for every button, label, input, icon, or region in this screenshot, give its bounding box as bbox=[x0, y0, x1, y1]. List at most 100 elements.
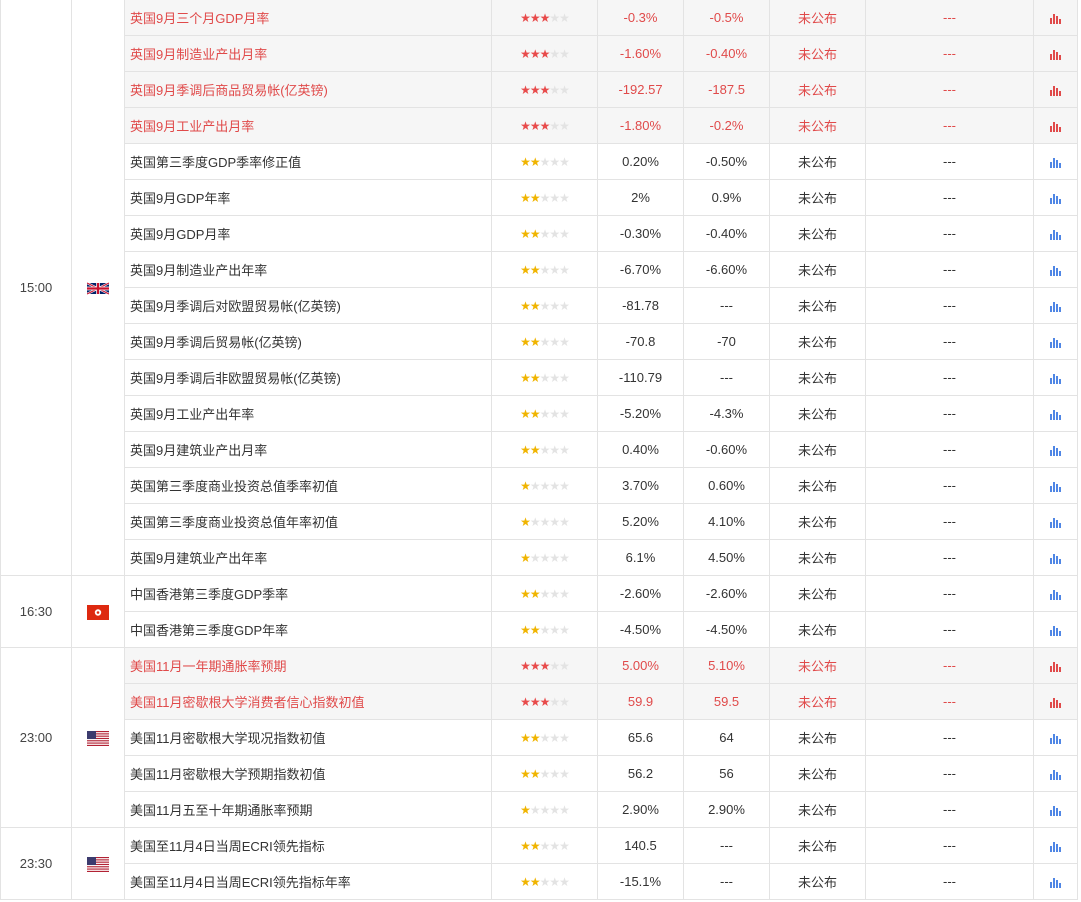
bar-chart-icon[interactable] bbox=[1049, 697, 1062, 708]
chart-link[interactable] bbox=[1033, 143, 1078, 180]
star-icon: ★ bbox=[549, 119, 560, 133]
actual-value: 未公布 bbox=[769, 251, 866, 288]
star-icon: ★ bbox=[529, 443, 541, 457]
event-name[interactable]: 中国香港第三季度GDP年率 bbox=[124, 611, 492, 648]
event-name[interactable]: 英国9月制造业产出月率 bbox=[124, 35, 492, 72]
importance-stars: ★★★★★ bbox=[491, 503, 598, 540]
event-name[interactable]: 美国11月一年期通胀率预期 bbox=[124, 647, 492, 684]
bar-chart-icon[interactable] bbox=[1049, 805, 1062, 816]
chart-link[interactable] bbox=[1033, 179, 1078, 216]
chart-link[interactable] bbox=[1033, 359, 1078, 396]
star-icon: ★ bbox=[520, 11, 531, 25]
bar-chart-icon[interactable] bbox=[1049, 373, 1062, 384]
chart-link[interactable] bbox=[1033, 323, 1078, 360]
event-row: 美国11月密歇根大学消费者信心指数初值 ★★★★★ 59.9 59.5 未公布 --- bbox=[1, 683, 1078, 720]
bar-chart-icon[interactable] bbox=[1049, 157, 1062, 168]
chart-link[interactable] bbox=[1033, 863, 1078, 900]
previous-value: -5.20% bbox=[597, 395, 684, 432]
bar-chart-icon[interactable] bbox=[1049, 49, 1062, 60]
event-name[interactable]: 中国香港第三季度GDP季率 bbox=[124, 575, 492, 612]
star-icon: ★ bbox=[529, 479, 541, 493]
chart-link[interactable] bbox=[1033, 35, 1078, 72]
impact-value: --- bbox=[865, 179, 1034, 216]
chart-link[interactable] bbox=[1033, 107, 1078, 144]
bar-chart-icon[interactable] bbox=[1049, 13, 1062, 24]
bar-chart-icon[interactable] bbox=[1049, 769, 1062, 780]
impact-value: --- bbox=[865, 719, 1034, 756]
event-row: 英国9月制造业产出月率 ★★★★★ -1.60% -0.40% 未公布 --- bbox=[1, 35, 1078, 72]
impact-value: --- bbox=[865, 359, 1034, 396]
bar-chart-icon[interactable] bbox=[1049, 193, 1062, 204]
bar-chart-icon[interactable] bbox=[1049, 409, 1062, 420]
chart-link[interactable] bbox=[1033, 755, 1078, 792]
chart-link[interactable] bbox=[1033, 575, 1078, 612]
event-name[interactable]: 英国9月制造业产出年率 bbox=[124, 251, 492, 288]
chart-link[interactable] bbox=[1033, 503, 1078, 540]
bar-chart-icon[interactable] bbox=[1049, 625, 1062, 636]
event-name[interactable]: 英国第三季度商业投资总值年率初值 bbox=[124, 503, 492, 540]
bar-chart-icon[interactable] bbox=[1049, 301, 1062, 312]
chart-link[interactable] bbox=[1033, 611, 1078, 648]
event-name[interactable]: 英国9月建筑业产出月率 bbox=[124, 431, 492, 468]
event-row: 英国9月工业产出年率 ★★★★★ -5.20% -4.3% 未公布 --- bbox=[1, 395, 1078, 432]
star-icon: ★ bbox=[539, 659, 551, 673]
event-name[interactable]: 英国9月GDP年率 bbox=[124, 179, 492, 216]
event-name[interactable]: 英国第三季度GDP季率修正值 bbox=[124, 143, 492, 180]
event-name[interactable]: 英国9月三个月GDP月率 bbox=[124, 0, 492, 36]
chart-link[interactable] bbox=[1033, 431, 1078, 468]
star-icon: ★ bbox=[539, 335, 551, 349]
importance-stars: ★★★★★ bbox=[491, 359, 598, 396]
bar-chart-icon[interactable] bbox=[1049, 877, 1062, 888]
chart-link[interactable] bbox=[1033, 719, 1078, 756]
bar-chart-icon[interactable] bbox=[1049, 553, 1062, 564]
star-icon: ★ bbox=[539, 587, 551, 601]
event-name[interactable]: 美国11月密歇根大学消费者信心指数初值 bbox=[124, 683, 492, 720]
bar-chart-icon[interactable] bbox=[1049, 589, 1062, 600]
chart-link[interactable] bbox=[1033, 251, 1078, 288]
bar-chart-icon[interactable] bbox=[1049, 517, 1062, 528]
event-name[interactable]: 英国9月季调后商品贸易帐(亿英镑) bbox=[124, 71, 492, 108]
chart-link[interactable] bbox=[1033, 647, 1078, 684]
chart-link[interactable] bbox=[1033, 683, 1078, 720]
bar-chart-icon[interactable] bbox=[1049, 337, 1062, 348]
event-name[interactable]: 美国11月五至十年期通胀率预期 bbox=[124, 791, 492, 828]
event-name[interactable]: 英国9月季调后非欧盟贸易帐(亿英镑) bbox=[124, 359, 492, 396]
actual-value: 未公布 bbox=[769, 755, 866, 792]
bar-chart-icon[interactable] bbox=[1049, 85, 1062, 96]
chart-link[interactable] bbox=[1033, 395, 1078, 432]
economic-calendar-table: 15:00 英国9月三个月GDP月率 ★★★★★ -0.3% -0.5% 未公布 --- 英国… bbox=[0, 0, 1078, 900]
bar-chart-icon[interactable] bbox=[1049, 661, 1062, 672]
chart-link[interactable] bbox=[1033, 467, 1078, 504]
chart-link[interactable] bbox=[1033, 0, 1078, 36]
chart-link[interactable] bbox=[1033, 215, 1078, 252]
chart-link[interactable] bbox=[1033, 287, 1078, 324]
bar-chart-icon[interactable] bbox=[1049, 445, 1062, 456]
chart-link[interactable] bbox=[1033, 791, 1078, 828]
event-name[interactable]: 英国9月季调后贸易帐(亿英镑) bbox=[124, 323, 492, 360]
bar-chart-icon[interactable] bbox=[1049, 841, 1062, 852]
bar-chart-icon[interactable] bbox=[1049, 733, 1062, 744]
event-name[interactable]: 美国至11月4日当周ECRI领先指标 bbox=[124, 827, 492, 864]
chart-link[interactable] bbox=[1033, 827, 1078, 864]
event-name[interactable]: 英国9月建筑业产出年率 bbox=[124, 539, 492, 576]
impact-value: --- bbox=[865, 107, 1034, 144]
bar-chart-icon[interactable] bbox=[1049, 121, 1062, 132]
event-name[interactable]: 美国11月密歇根大学现况指数初值 bbox=[124, 719, 492, 756]
bar-chart-icon[interactable] bbox=[1049, 229, 1062, 240]
impact-value: --- bbox=[865, 683, 1034, 720]
actual-value: 未公布 bbox=[769, 863, 866, 900]
bar-chart-icon[interactable] bbox=[1049, 481, 1062, 492]
event-name[interactable]: 美国至11月4日当周ECRI领先指标年率 bbox=[124, 863, 492, 900]
event-name[interactable]: 英国9月GDP月率 bbox=[124, 215, 492, 252]
event-name[interactable]: 美国11月密歇根大学预期指数初值 bbox=[124, 755, 492, 792]
event-name[interactable]: 英国第三季度商业投资总值季率初值 bbox=[124, 467, 492, 504]
forecast-value: -0.5% bbox=[683, 0, 770, 36]
actual-value: 未公布 bbox=[769, 575, 866, 612]
bar-chart-icon[interactable] bbox=[1049, 265, 1062, 276]
star-icon: ★ bbox=[559, 299, 570, 313]
chart-link[interactable] bbox=[1033, 539, 1078, 576]
event-name[interactable]: 英国9月季调后对欧盟贸易帐(亿英镑) bbox=[124, 287, 492, 324]
chart-link[interactable] bbox=[1033, 71, 1078, 108]
event-name[interactable]: 英国9月工业产出年率 bbox=[124, 395, 492, 432]
event-name[interactable]: 英国9月工业产出月率 bbox=[124, 107, 492, 144]
